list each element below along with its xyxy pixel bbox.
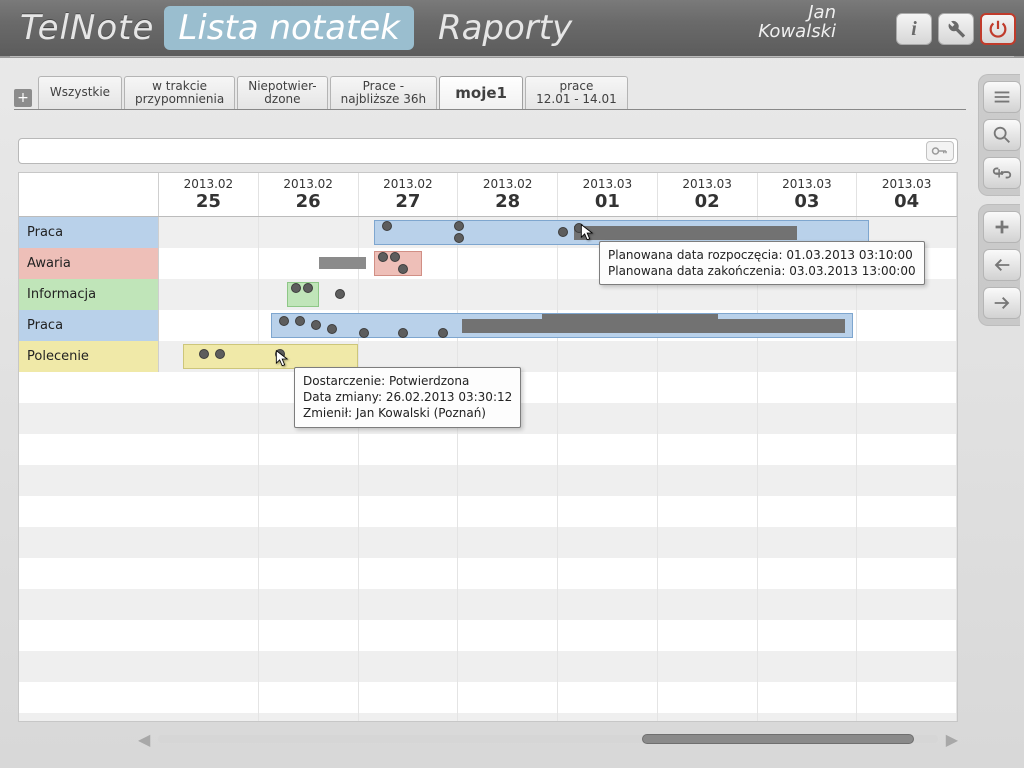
list-icon bbox=[991, 86, 1013, 108]
date-col: 2013.0301 bbox=[558, 173, 658, 216]
filter-tab-niepotwierdzone[interactable]: Niepotwier- dzone bbox=[237, 76, 327, 109]
side-search-button[interactable] bbox=[983, 119, 1021, 151]
scroll-thumb[interactable] bbox=[642, 734, 915, 744]
filter-tab-wszystkie[interactable]: Wszystkie bbox=[38, 76, 122, 109]
gantt-dot[interactable] bbox=[291, 283, 301, 293]
scroll-right-arrow[interactable]: ▶ bbox=[946, 730, 958, 749]
gantt-bar[interactable] bbox=[183, 344, 359, 369]
tooltip-line: Dostarczenie: Potwierdzona bbox=[303, 373, 512, 389]
gantt-dot[interactable] bbox=[215, 349, 225, 359]
row-label: Informacja bbox=[19, 279, 159, 310]
gantt-overlay bbox=[574, 226, 797, 240]
scroll-track[interactable] bbox=[158, 735, 937, 743]
gantt-dot[interactable] bbox=[574, 223, 584, 233]
row-label: Awaria bbox=[19, 248, 159, 279]
app-header: TelNote Lista notatek Raporty Jan Kowals… bbox=[0, 0, 1024, 58]
user-last: Kowalski bbox=[758, 23, 836, 42]
date-col: 2013.0226 bbox=[259, 173, 359, 216]
horizontal-scrollbar[interactable]: ◀ ▶ bbox=[138, 730, 958, 748]
gantt-overlay bbox=[542, 314, 718, 324]
gantt-bar[interactable] bbox=[319, 257, 367, 269]
tooltip-delivery: Dostarczenie: Potwierdzona Data zmiany: … bbox=[294, 367, 521, 428]
app-name: TelNote bbox=[20, 8, 154, 48]
side-back-button[interactable] bbox=[983, 249, 1021, 281]
filter-tab-moje1[interactable]: moje1 bbox=[439, 76, 523, 109]
key-icon bbox=[931, 144, 949, 158]
side-add-button[interactable] bbox=[983, 211, 1021, 243]
gantt-row-praca-2: Praca bbox=[19, 310, 957, 341]
row-label: Polecenie bbox=[19, 341, 159, 372]
date-col: 2013.0225 bbox=[159, 173, 259, 216]
gantt-body[interactable]: Praca Awaria bbox=[19, 217, 957, 721]
gantt-chart: 2013.0225 2013.0226 2013.0227 2013.0228 … bbox=[18, 172, 958, 722]
side-link-button[interactable]: + bbox=[983, 157, 1021, 189]
arrow-right-icon bbox=[991, 292, 1013, 314]
tooltip-line: Zmienił: Jan Kowalski (Poznań) bbox=[303, 405, 512, 421]
tooltip-schedule: Planowana data rozpoczęcia: 01.03.2013 0… bbox=[599, 241, 925, 285]
info-button[interactable]: i bbox=[896, 13, 932, 45]
power-icon bbox=[987, 18, 1009, 40]
gantt-dot[interactable] bbox=[199, 349, 209, 359]
date-col: 2013.0303 bbox=[758, 173, 858, 216]
date-col: 2013.0302 bbox=[658, 173, 758, 216]
side-list-button[interactable] bbox=[983, 81, 1021, 113]
gantt-dot[interactable] bbox=[558, 227, 568, 237]
filter-tab-prace-daterange[interactable]: prace 12.01 - 14.01 bbox=[525, 76, 628, 109]
side-forward-button[interactable] bbox=[983, 287, 1021, 319]
current-user: Jan Kowalski bbox=[758, 4, 836, 42]
link-icon: + bbox=[991, 162, 1013, 184]
gantt-dot[interactable] bbox=[359, 328, 369, 338]
wrench-icon bbox=[945, 18, 967, 40]
add-filter-button[interactable]: + bbox=[14, 89, 32, 107]
tab-lista-notatek[interactable]: Lista notatek bbox=[164, 6, 414, 50]
tooltip-line: Data zmiany: 26.02.2013 03:30:12 bbox=[303, 389, 512, 405]
plus-icon bbox=[991, 216, 1013, 238]
gantt-dot[interactable] bbox=[311, 320, 321, 330]
date-col: 2013.0304 bbox=[857, 173, 957, 216]
gantt-dot[interactable] bbox=[279, 316, 289, 326]
date-col: 2013.0227 bbox=[359, 173, 459, 216]
gantt-dot[interactable] bbox=[295, 316, 305, 326]
gantt-dot[interactable] bbox=[275, 349, 285, 359]
filter-tab-prace36h[interactable]: Prace - najbliższe 36h bbox=[330, 76, 438, 109]
tooltip-line: Planowana data rozpoczęcia: 01.03.2013 0… bbox=[608, 247, 916, 263]
gantt-dot[interactable] bbox=[303, 283, 313, 293]
search-key-button[interactable] bbox=[926, 141, 954, 161]
gantt-dot[interactable] bbox=[327, 324, 337, 334]
tooltip-line: Planowana data zakończenia: 03.03.2013 1… bbox=[608, 263, 916, 279]
gantt-header: 2013.0225 2013.0226 2013.0227 2013.0228 … bbox=[19, 173, 957, 217]
side-toolbar: + bbox=[974, 70, 1024, 330]
search-input[interactable] bbox=[19, 144, 926, 159]
filter-tab-wtrakcie[interactable]: w trakcie przypomnienia bbox=[124, 76, 235, 109]
settings-button[interactable] bbox=[938, 13, 974, 45]
tab-raporty[interactable]: Raporty bbox=[424, 6, 586, 50]
arrow-left-icon bbox=[991, 254, 1013, 276]
row-label: Praca bbox=[19, 217, 159, 248]
search-bar bbox=[18, 138, 958, 164]
power-button[interactable] bbox=[980, 13, 1016, 45]
search-icon bbox=[991, 124, 1013, 146]
filter-tabs: + Wszystkie w trakcie przypomnienia Niep… bbox=[14, 76, 966, 110]
row-label: Praca bbox=[19, 310, 159, 341]
gantt-dot[interactable] bbox=[335, 289, 345, 299]
scroll-left-arrow[interactable]: ◀ bbox=[138, 730, 150, 749]
date-col: 2013.0228 bbox=[458, 173, 558, 216]
